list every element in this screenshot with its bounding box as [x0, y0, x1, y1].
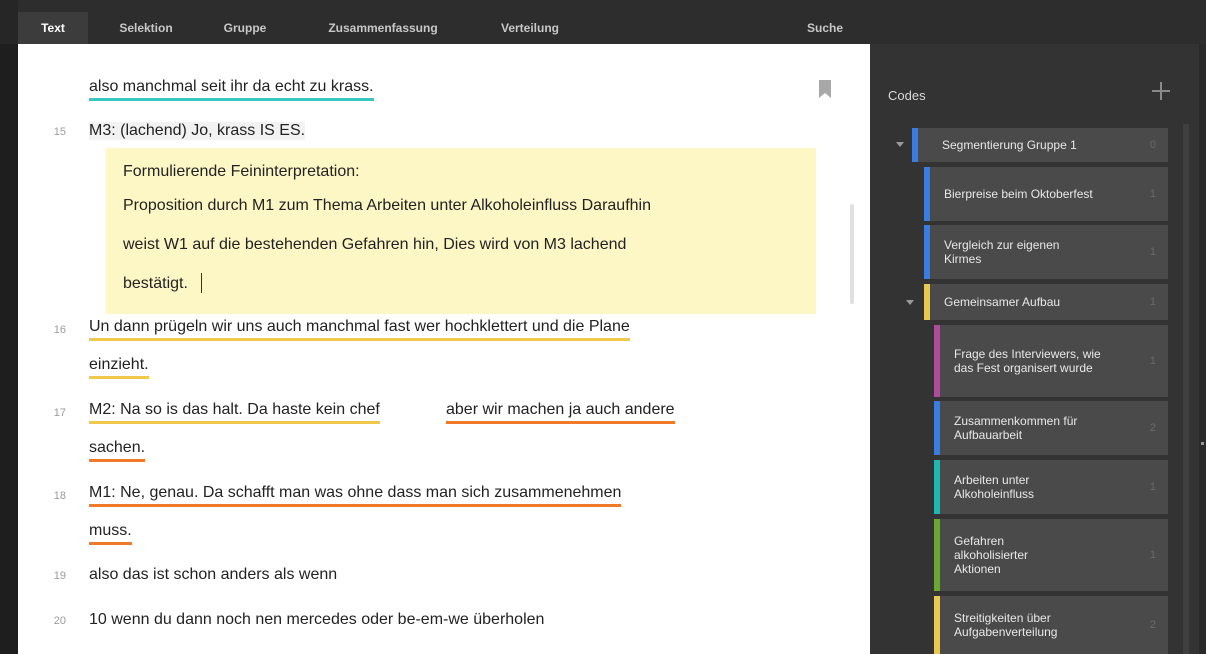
code-color-bar: [934, 325, 940, 397]
chevron-down-icon[interactable]: [906, 300, 914, 305]
tab-zusammenfassung[interactable]: Zusammenfassung: [300, 12, 466, 44]
line-number: 17: [53, 407, 66, 419]
transcript-line-18[interactable]: M1: Ne, genau. Da schafft man was ohne d…: [89, 484, 622, 507]
code-count: 1: [1149, 188, 1156, 200]
code-count: 0: [1149, 139, 1156, 151]
memo-text-line: bestätigt.: [123, 275, 188, 292]
code-count: 1: [1149, 296, 1156, 308]
code-color-bar: [934, 519, 940, 591]
code-label: Vergleich zur eigenen Kirmes: [944, 238, 1060, 266]
code-color-bar: [924, 284, 930, 320]
code-color-bar: [934, 401, 940, 455]
transcript-line-18-cont[interactable]: muss.: [89, 522, 132, 545]
code-color-bar: [934, 460, 940, 514]
memo-box[interactable]: Formulierende Feininterpretation: Propos…: [106, 148, 816, 314]
transcript-line-17[interactable]: M2: Na so is das halt. Da haste kein che…: [89, 401, 380, 424]
code-item[interactable]: Bierpreise beim Oktoberfest 1: [924, 167, 1168, 221]
transcript-line-16[interactable]: Un dann prügeln wir uns auch manchmal fa…: [89, 318, 630, 341]
code-label: Streitigkeiten über Aufgabenverteilung: [954, 611, 1058, 639]
tab-verteilung[interactable]: Verteilung: [478, 12, 582, 44]
memo-title: Formulierende Feininterpretation:: [123, 163, 360, 180]
codes-panel: Codes Segmentierung Gruppe 1 0 Bierpreis…: [870, 44, 1206, 654]
memo-text-line: weist W1 auf die bestehenden Gefahren hi…: [123, 236, 627, 253]
line-number: 19: [53, 570, 66, 582]
transcript-line-17-cont[interactable]: sachen.: [89, 439, 146, 462]
tab-selektion[interactable]: Selektion: [94, 12, 198, 44]
panel-scrollbar[interactable]: [1183, 124, 1189, 654]
add-code-icon[interactable]: [1152, 82, 1170, 100]
code-color-bar: [924, 225, 930, 279]
code-label: Arbeiten unter Alkoholeinfluss: [954, 473, 1035, 501]
code-item[interactable]: Frage des Interviewers, wie das Fest org…: [934, 325, 1168, 397]
transcript-line-15[interactable]: M3: (lachend) Jo, krass IS ES.: [89, 122, 306, 140]
code-item[interactable]: Segmentierung Gruppe 1 0: [912, 128, 1168, 162]
tab-suche[interactable]: Suche: [790, 12, 860, 44]
code-item[interactable]: Vergleich zur eigenen Kirmes 1: [924, 225, 1168, 279]
transcript-line-prev[interactable]: also manchmal seit ihr da echt zu krass.: [89, 78, 374, 101]
code-item[interactable]: Gefahren alkoholisierter Aktionen 1: [934, 519, 1168, 591]
code-count: 1: [1149, 355, 1156, 367]
scrollbar-thumb[interactable]: [850, 204, 854, 304]
code-label: Bierpreise beim Oktoberfest: [944, 187, 1093, 201]
panel-splitter[interactable]: [1199, 44, 1206, 654]
code-count: 1: [1149, 481, 1156, 493]
line-number: 16: [53, 324, 66, 336]
code-color-bar: [934, 596, 940, 654]
code-label: Gemeinsamer Aufbau: [944, 295, 1061, 309]
memo-text-line: Proposition durch M1 zum Thema Arbeiten …: [123, 197, 651, 214]
code-count: 2: [1149, 619, 1156, 631]
line-number: 18: [53, 490, 66, 502]
code-count: 1: [1149, 549, 1156, 561]
code-label: Zusammenkommen für Aufbauarbeit: [954, 414, 1078, 442]
transcript-line-16-cont[interactable]: einzieht.: [89, 356, 149, 379]
transcript-line-17-coded[interactable]: aber wir machen ja auch andere: [446, 401, 675, 424]
bookmark-icon[interactable]: [819, 80, 831, 98]
text-cursor: [201, 273, 202, 293]
transcript-pane[interactable]: also manchmal seit ihr da echt zu krass.…: [18, 44, 870, 654]
tabbar-edge: [0, 0, 18, 44]
tab-text[interactable]: Text: [18, 12, 88, 44]
code-count: 2: [1149, 422, 1156, 434]
splitter-handle-icon[interactable]: [1201, 442, 1204, 445]
code-item[interactable]: Arbeiten unter Alkoholeinfluss 1: [934, 460, 1168, 514]
codes-title: Codes: [888, 88, 926, 103]
code-color-bar: [912, 128, 918, 162]
code-item[interactable]: Gemeinsamer Aufbau 1: [924, 284, 1168, 320]
code-label: Frage des Interviewers, wie das Fest org…: [954, 347, 1101, 375]
tab-gruppe[interactable]: Gruppe: [204, 12, 286, 44]
transcript-line-20[interactable]: 10 wenn du dann noch nen mercedes oder b…: [89, 611, 544, 629]
line-number: 15: [53, 126, 66, 138]
top-tab-bar: Text Selektion Gruppe Zusammenfassung Ve…: [0, 0, 1206, 44]
line-number: 20: [53, 615, 66, 627]
code-label: Gefahren alkoholisierter Aktionen: [954, 534, 1029, 576]
code-color-bar: [924, 167, 930, 221]
code-item[interactable]: Zusammenkommen für Aufbauarbeit 2: [934, 401, 1168, 455]
chevron-down-icon[interactable]: [896, 142, 904, 147]
code-item[interactable]: Streitigkeiten über Aufgabenverteilung 2: [934, 596, 1168, 654]
code-label: Segmentierung Gruppe 1: [942, 138, 1077, 152]
transcript-line-19[interactable]: also das ist schon anders als wenn: [89, 566, 337, 584]
code-count: 1: [1149, 246, 1156, 258]
